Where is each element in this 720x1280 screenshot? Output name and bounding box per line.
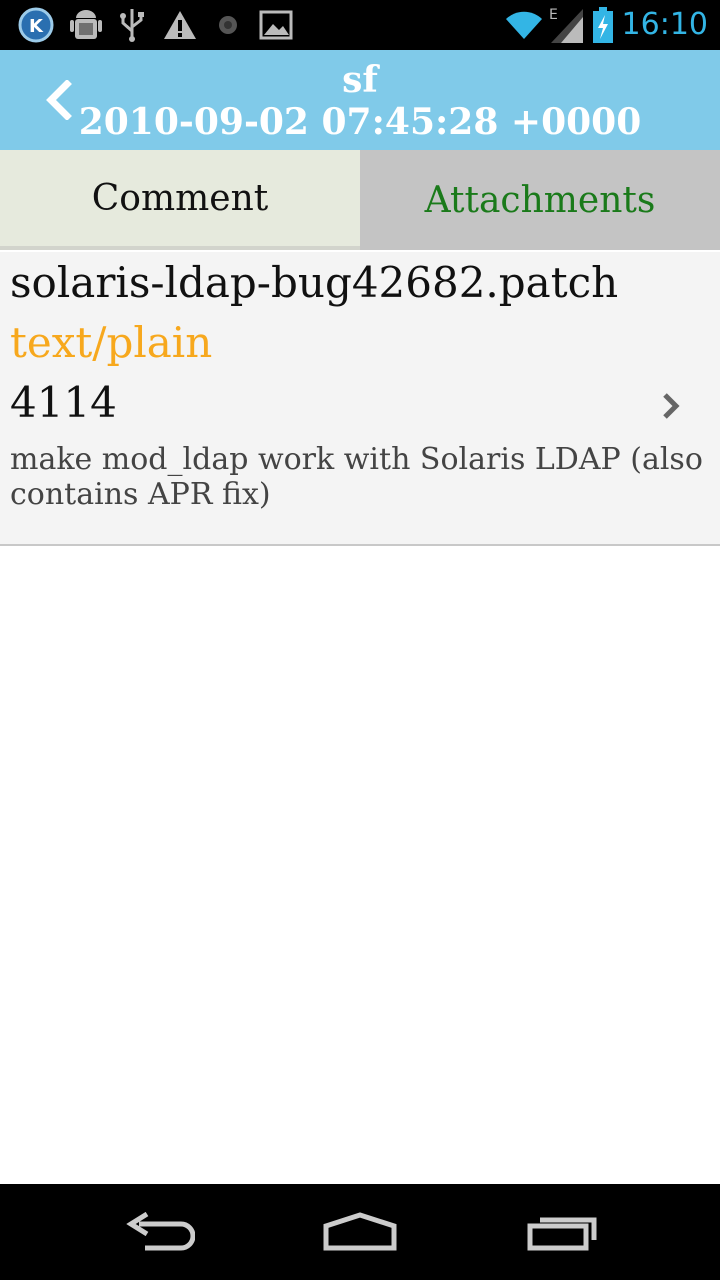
warning-icon bbox=[160, 0, 200, 50]
signal-icon: E bbox=[546, 0, 586, 50]
action-bar: sf 2010-09-02 07:45:28 +0000 bbox=[0, 50, 720, 150]
back-icon bbox=[126, 1212, 195, 1251]
attachment-size: 4114 bbox=[10, 378, 117, 427]
attachment-list-item[interactable]: solaris-ldap-bug42682.patch text/plain 4… bbox=[0, 252, 720, 546]
wifi-icon bbox=[502, 0, 546, 50]
page-subtitle-timestamp: 2010-09-02 07:45:28 +0000 bbox=[78, 101, 642, 143]
attachment-description: make mod_ldap work with Solaris LDAP (al… bbox=[10, 442, 703, 512]
navigation-bar bbox=[0, 1184, 720, 1280]
network-type-label: E bbox=[549, 7, 558, 23]
chevron-right-icon bbox=[656, 386, 686, 426]
record-icon bbox=[212, 0, 244, 50]
battery-charging-icon bbox=[590, 0, 616, 50]
tab-attachments[interactable]: Attachments bbox=[360, 150, 720, 250]
page-title: sf bbox=[342, 59, 378, 101]
tab-comment[interactable]: Comment bbox=[0, 150, 360, 250]
recent-apps-icon bbox=[527, 1217, 597, 1251]
android-debug-icon bbox=[66, 0, 106, 50]
tab-bar: Comment Attachments bbox=[0, 150, 720, 250]
attachment-mime-type: text/plain bbox=[10, 318, 213, 367]
image-icon bbox=[256, 0, 296, 50]
status-bar: K E 16:10 bbox=[0, 0, 720, 50]
attachment-filename: solaris-ldap-bug42682.patch bbox=[10, 258, 619, 307]
usb-icon bbox=[114, 0, 150, 50]
nav-recent-apps-button[interactable] bbox=[492, 1184, 632, 1280]
svg-text:K: K bbox=[29, 16, 44, 37]
status-time: 16:10 bbox=[621, 7, 708, 42]
nav-back-button[interactable] bbox=[90, 1184, 230, 1280]
k-app-icon: K bbox=[16, 0, 56, 50]
home-icon bbox=[323, 1212, 397, 1251]
nav-home-button[interactable] bbox=[290, 1184, 430, 1280]
